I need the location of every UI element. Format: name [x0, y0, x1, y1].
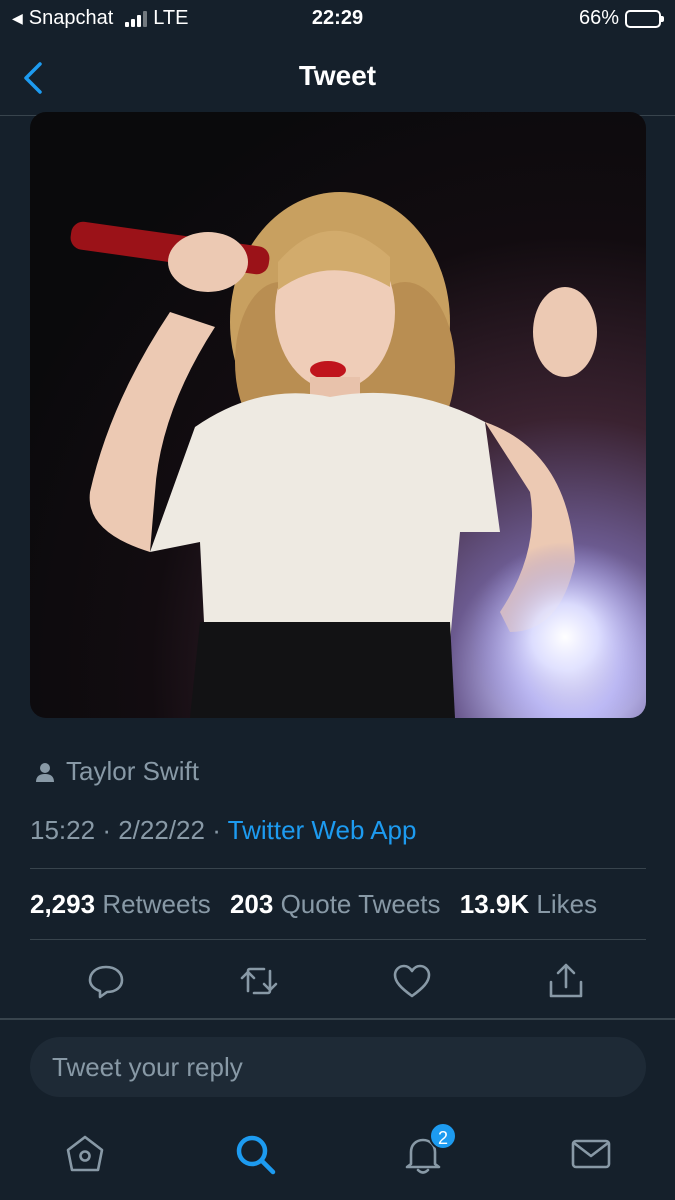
tab-home[interactable] — [63, 1132, 107, 1176]
tab-search[interactable] — [233, 1132, 277, 1176]
divider — [30, 868, 646, 869]
tweet-meta: 15:22 · 2/22/22 · Twitter Web App — [30, 815, 416, 846]
search-icon — [236, 1135, 276, 1175]
heart-icon — [393, 964, 431, 998]
home-icon — [66, 1135, 104, 1172]
tab-notifications[interactable]: 2 — [401, 1122, 457, 1176]
share-button[interactable] — [545, 960, 587, 1002]
user-icon — [36, 762, 54, 782]
author-name[interactable]: Taylor Swift — [66, 756, 199, 787]
divider — [0, 1018, 675, 1020]
likes-stat[interactable]: 13.9K Likes — [460, 889, 597, 919]
reply-icon — [88, 965, 124, 999]
battery-percent: 66% — [578, 7, 619, 29]
tab-messages[interactable] — [569, 1132, 613, 1176]
divider — [30, 939, 646, 940]
notifications-badge: 2 — [429, 1122, 457, 1150]
status-right: 66% — [578, 7, 664, 30]
meta-separator: · — [212, 815, 221, 845]
tweet-actions — [0, 956, 675, 1006]
retweet-icon — [240, 967, 278, 995]
tweet-author[interactable]: Taylor Swift — [36, 756, 199, 787]
status-bar: ◀ Snapchat LTE 22:29 66% — [0, 0, 675, 40]
tweet-time: 15:22 — [30, 815, 96, 845]
tweet-date: 2/22/22 — [118, 815, 205, 845]
retweets-stat[interactable]: 2,293 Retweets — [30, 889, 211, 919]
status-time: 22:29 — [311, 7, 364, 29]
quote-tweets-stat[interactable]: 203 Quote Tweets — [230, 889, 441, 919]
battery-icon — [625, 9, 664, 28]
mail-icon — [571, 1139, 611, 1169]
retweet-button[interactable] — [238, 960, 280, 1002]
reply-input[interactable] — [30, 1037, 646, 1097]
quote-tweets-label: Quote Tweets — [280, 889, 441, 919]
retweets-count: 2,293 — [30, 889, 96, 919]
share-icon — [549, 963, 583, 998]
performer-illustration — [70, 192, 646, 718]
nav-header: Tweet — [0, 40, 675, 116]
quote-tweets-count: 203 — [229, 889, 274, 919]
page-title: Tweet — [298, 60, 377, 91]
likes-count: 13.9K — [459, 889, 530, 919]
meta-separator: · — [102, 815, 111, 845]
tweet-source-link[interactable]: Twitter Web App — [228, 815, 417, 845]
tweet-photo[interactable] — [30, 112, 646, 718]
tweet-stats: 2,293 Retweets 203 Quote Tweets 13.9K Li… — [30, 889, 597, 920]
retweets-label: Retweets — [102, 889, 211, 919]
likes-label: Likes — [536, 889, 598, 919]
reply-button[interactable] — [85, 960, 127, 1002]
like-button[interactable] — [391, 960, 433, 1002]
bottom-tab-bar: 2 — [0, 1118, 675, 1200]
